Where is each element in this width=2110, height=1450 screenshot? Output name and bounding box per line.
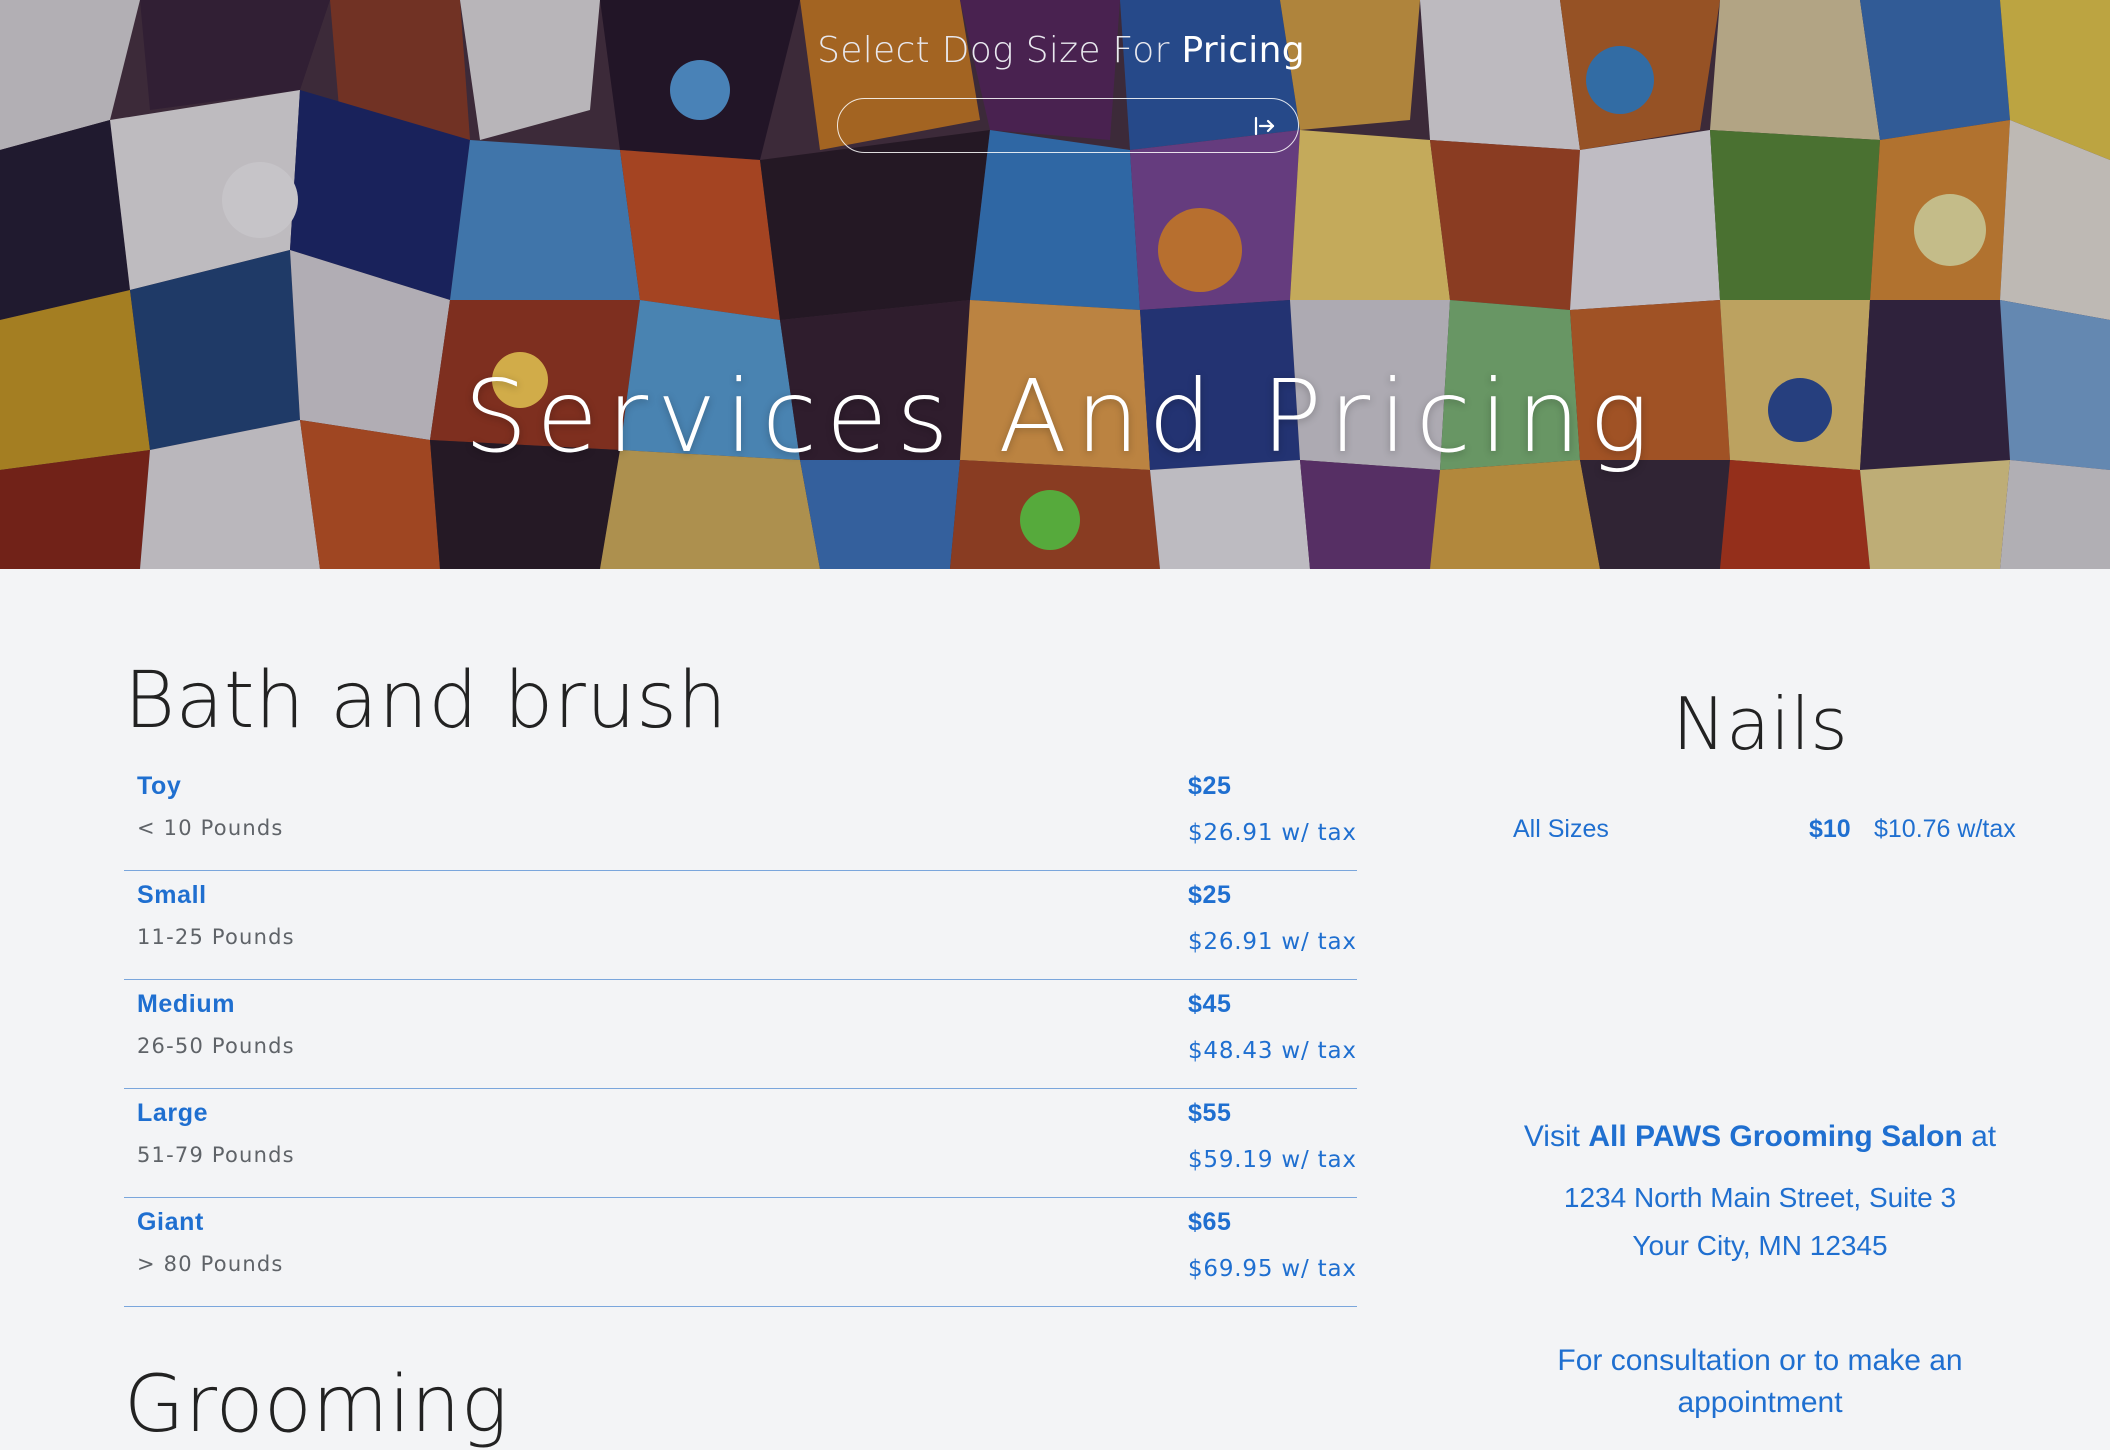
- price-row-toy: Toy < 10 Pounds $25 $26.91 w/ tax: [124, 762, 1357, 871]
- size-weight: 11-25 Pounds: [137, 925, 295, 949]
- size-submit-button[interactable]: [1246, 107, 1284, 145]
- size-price-with-tax: $26.91 w/ tax: [1188, 929, 1357, 955]
- bath-and-brush-title: Bath and brush: [124, 656, 728, 746]
- size-price-with-tax: $26.91 w/ tax: [1188, 820, 1357, 846]
- size-name: Giant: [137, 1208, 204, 1236]
- visit-salon-text: Visit All PAWS Grooming Salon at: [1440, 1120, 2080, 1154]
- address-line-1: 1234 North Main Street, Suite 3: [1563, 1182, 1957, 1213]
- size-price: $45: [1188, 990, 1232, 1018]
- size-selector-title-prefix: Select Dog Size For: [817, 30, 1182, 71]
- visit-prefix: Visit: [1523, 1120, 1589, 1153]
- size-weight: > 80 Pounds: [137, 1252, 284, 1276]
- visit-suffix: at: [1962, 1120, 1997, 1153]
- page-title: Services And Pricing: [463, 358, 1659, 475]
- price-row-small: Small 11-25 Pounds $25 $26.91 w/ tax: [124, 871, 1357, 980]
- size-price-with-tax: $48.43 w/ tax: [1188, 1038, 1357, 1064]
- nails-title: Nails: [1672, 682, 1848, 766]
- size-name: Toy: [137, 772, 182, 800]
- grooming-title: Grooming: [124, 1360, 509, 1450]
- price-row-medium: Medium 26-50 Pounds $45 $48.43 w/ tax: [124, 980, 1357, 1089]
- price-row-giant: Giant > 80 Pounds $65 $69.95 w/ tax: [124, 1198, 1357, 1307]
- consultation-text: For consultation or to make an appointme…: [1557, 1344, 1963, 1419]
- size-price: $55: [1188, 1099, 1232, 1127]
- arrow-right-from-bar-icon: [1254, 116, 1275, 136]
- address-line-2: Your City, MN 12345: [1632, 1230, 1888, 1261]
- size-name: Large: [137, 1099, 209, 1127]
- dog-size-select[interactable]: [837, 98, 1299, 153]
- size-selector-title: Select Dog Size For Pricing: [0, 30, 2110, 71]
- size-price: $65: [1188, 1208, 1232, 1236]
- hero-overlay: [0, 0, 2110, 569]
- size-selector-title-strong: Pricing: [1181, 30, 1305, 71]
- size-weight: 26-50 Pounds: [137, 1034, 295, 1058]
- size-price-with-tax: $69.95 w/ tax: [1188, 1256, 1357, 1282]
- bath-and-brush-price-list: Toy < 10 Pounds $25 $26.91 w/ tax Small …: [124, 762, 1357, 1307]
- price-row-large: Large 51-79 Pounds $55 $59.19 w/ tax: [124, 1089, 1357, 1198]
- size-weight: 51-79 Pounds: [137, 1143, 295, 1167]
- size-price: $25: [1188, 881, 1232, 909]
- nails-price: $10: [1809, 815, 1851, 843]
- hero-banner: Select Dog Size For Pricing Services And…: [0, 0, 2110, 569]
- nails-price-with-tax: $10.76 w/tax: [1874, 815, 2016, 843]
- size-weight: < 10 Pounds: [137, 816, 284, 840]
- size-price-with-tax: $59.19 w/ tax: [1188, 1147, 1357, 1173]
- size-price: $25: [1188, 772, 1232, 800]
- nails-size: All Sizes: [1513, 815, 1609, 843]
- size-name: Medium: [137, 990, 236, 1018]
- size-name: Small: [137, 881, 207, 909]
- salon-name: All PAWS Grooming Salon: [1588, 1120, 1963, 1153]
